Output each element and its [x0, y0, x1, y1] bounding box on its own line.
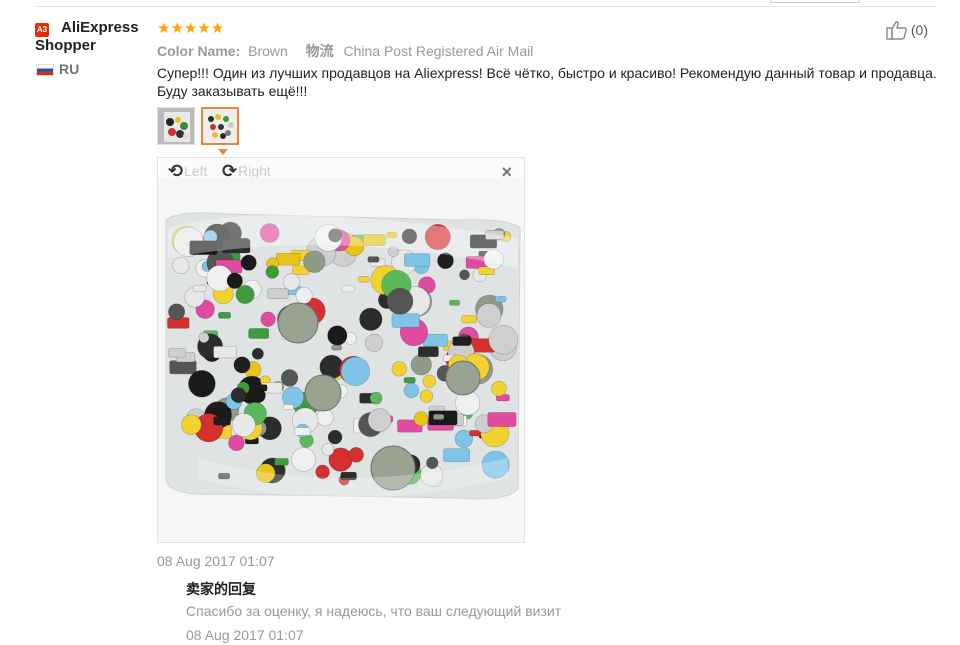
order-info: Color Name: Brown 物流 China Post Register…: [157, 41, 533, 61]
logistics-label: 物流: [305, 43, 334, 59]
russia-flag-icon: [36, 64, 54, 76]
color-label: Color Name:: [157, 43, 241, 59]
reviewer-country: RU: [59, 61, 80, 77]
helpful-button[interactable]: (0): [886, 20, 928, 40]
photo-viewer: ⟲ Left ⟳ Right ×: [157, 157, 525, 543]
seller-reply-text: Спасибо за оценку, я надеюсь, что ваш сл…: [186, 603, 562, 619]
selected-thumbnail-caret: [218, 149, 228, 155]
review-photo-thumbnail-selected[interactable]: [201, 107, 239, 145]
star-rating: ★★★★★: [157, 20, 225, 37]
review-photo-thumbnails: [157, 107, 239, 145]
reviewer-name: AliExpress Shopper: [35, 19, 139, 54]
review-text: Супер!!! Один из лучших продавцов на Ali…: [157, 65, 937, 99]
thumbs-up-icon[interactable]: [886, 20, 908, 40]
review-date: 08 Aug 2017 01:07: [157, 553, 275, 569]
review-photo: [158, 178, 524, 542]
color-value: Brown: [248, 43, 288, 59]
logistics-value: China Post Registered Air Mail: [343, 43, 534, 59]
seller-reply-date: 08 Aug 2017 01:07: [186, 627, 304, 643]
helpful-count: (0): [910, 22, 928, 38]
sort-dropdown-edge[interactable]: [770, 0, 860, 3]
seller-reply-title: 卖家的回复: [186, 581, 256, 597]
review-photo-thumbnail[interactable]: [157, 107, 195, 145]
divider: [34, 6, 936, 7]
